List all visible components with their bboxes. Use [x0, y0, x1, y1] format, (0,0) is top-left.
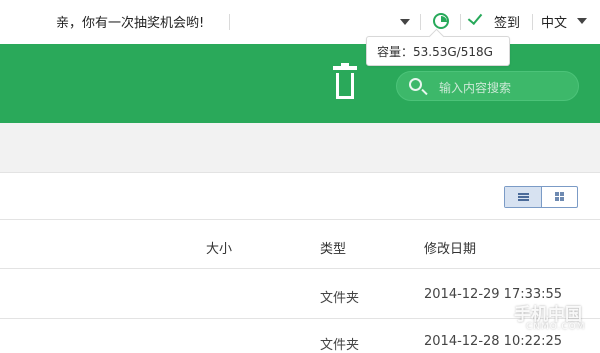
trash-lid [333, 66, 357, 70]
column-header-type[interactable]: 类型 [320, 238, 346, 257]
signin-button[interactable]: 签到 [494, 12, 520, 31]
checkmark-icon [467, 9, 483, 26]
grid-cell [555, 192, 559, 196]
grid-cell [555, 197, 559, 201]
column-header-modified[interactable]: 修改日期 [424, 238, 476, 257]
divider [229, 14, 230, 30]
search-icon[interactable] [409, 78, 422, 91]
view-toggle [504, 186, 578, 208]
header-divider [0, 268, 600, 269]
dropdown-icon[interactable] [400, 19, 410, 25]
capacity-text: 容量：53.53G/518G [377, 45, 493, 59]
list-line [518, 193, 529, 195]
divider [460, 14, 461, 30]
watermark: 手机中国 CNMO.COM [514, 300, 600, 347]
row-divider [0, 318, 600, 319]
search-placeholder: 输入内容搜索 [439, 81, 512, 95]
capacity-tooltip: 容量：53.53G/518G [366, 36, 510, 66]
divider [532, 14, 533, 30]
watermark-domain: CNMO.COM [526, 322, 586, 332]
lottery-promo-link[interactable]: 亲，你有一次抽奖机会哟! [56, 12, 204, 31]
list-view-icon[interactable] [505, 187, 542, 207]
language-chevron-down-icon[interactable] [577, 18, 587, 24]
divider [420, 14, 421, 30]
table-top-border [0, 219, 600, 220]
row-type-cell: 文件夹 [320, 291, 360, 306]
column-header-size[interactable]: 大小 [206, 238, 232, 257]
grid-view-icon[interactable] [542, 187, 577, 207]
grid-cell [560, 197, 564, 201]
list-line [518, 199, 529, 201]
list-line [518, 196, 529, 198]
grid-cell [560, 192, 564, 196]
path-bar [0, 123, 600, 173]
language-selector[interactable]: 中文 [541, 12, 567, 31]
search-input[interactable]: 输入内容搜索 [396, 71, 579, 101]
trash-icon[interactable] [333, 63, 357, 100]
row-type-cell: 文件夹 [320, 338, 360, 353]
storage-pie-icon[interactable] [433, 13, 449, 29]
top-bar: 亲，你有一次抽奖机会哟! 签到 中文 [0, 0, 600, 44]
trash-body [336, 73, 354, 99]
